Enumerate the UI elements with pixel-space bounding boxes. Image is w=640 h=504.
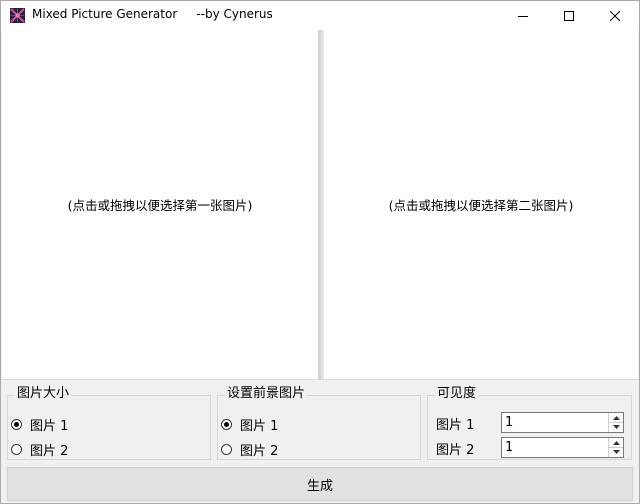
size-group: 图片大小 图片 1 图片 2: [7, 386, 211, 460]
arrow-down-icon: [612, 424, 620, 429]
close-icon: [610, 10, 620, 21]
radio-unchecked-icon: [11, 444, 22, 455]
arrow-up-icon: [612, 415, 620, 420]
foreground-group: 设置前景图片 图片 1 图片 2: [217, 386, 421, 460]
size-image2-label: 图片 2: [30, 444, 69, 459]
second-image-drop-area[interactable]: (点击或拖拽以便选择第二张图片): [324, 30, 638, 379]
arrow-up-icon: [612, 440, 620, 445]
app-window: Mixed Picture Generator --by Cynerus (点击…: [0, 0, 640, 504]
spin-arrows: [608, 438, 623, 457]
visibility-image2-label: 图片 2: [436, 443, 475, 458]
first-image-hint: (点击或拖拽以便选择第一张图片): [67, 198, 253, 213]
first-image-drop-area[interactable]: (点击或拖拽以便选择第一张图片): [2, 30, 318, 379]
maximize-button[interactable]: [546, 1, 592, 30]
minimize-button[interactable]: [500, 1, 546, 30]
visibility-group: 可见度 图片 1 1 图片 2 1: [427, 386, 632, 460]
spin-down-button[interactable]: [609, 422, 623, 431]
generate-button[interactable]: 生成: [7, 467, 633, 501]
visibility-image2-value[interactable]: 1: [505, 440, 513, 455]
visibility-image1-value[interactable]: 1: [505, 415, 513, 430]
maximize-icon: [564, 10, 574, 21]
radio-unchecked-icon: [221, 444, 232, 455]
visibility-image1-spinbox[interactable]: 1: [501, 412, 624, 433]
visibility-group-title: 可见度: [435, 386, 479, 402]
minimize-icon: [518, 15, 528, 17]
foreground-image1-label: 图片 1: [240, 419, 279, 434]
app-icon: [10, 8, 25, 23]
visibility-image1-label: 图片 1: [436, 418, 475, 433]
size-image2-radio[interactable]: 图片 2: [11, 440, 68, 459]
foreground-image2-label: 图片 2: [240, 444, 279, 459]
arrow-down-icon: [612, 449, 620, 454]
foreground-image2-radio[interactable]: 图片 2: [221, 440, 278, 459]
panel-divider: [2, 379, 639, 380]
size-image1-label: 图片 1: [30, 419, 69, 434]
foreground-group-title: 设置前景图片: [225, 386, 308, 402]
radio-checked-icon: [11, 419, 22, 430]
size-image1-radio[interactable]: 图片 1: [11, 415, 68, 434]
spin-down-button[interactable]: [609, 447, 623, 456]
size-group-title: 图片大小: [15, 386, 72, 402]
window-title: Mixed Picture Generator --by Cynerus: [32, 7, 273, 21]
second-image-hint: (点击或拖拽以便选择第二张图片): [388, 198, 574, 213]
foreground-image1-radio[interactable]: 图片 1: [221, 415, 278, 434]
close-button[interactable]: [592, 1, 638, 30]
spin-arrows: [608, 413, 623, 432]
visibility-image2-spinbox[interactable]: 1: [501, 437, 624, 458]
radio-checked-icon: [221, 419, 232, 430]
title-bar[interactable]: Mixed Picture Generator --by Cynerus: [1, 1, 639, 30]
